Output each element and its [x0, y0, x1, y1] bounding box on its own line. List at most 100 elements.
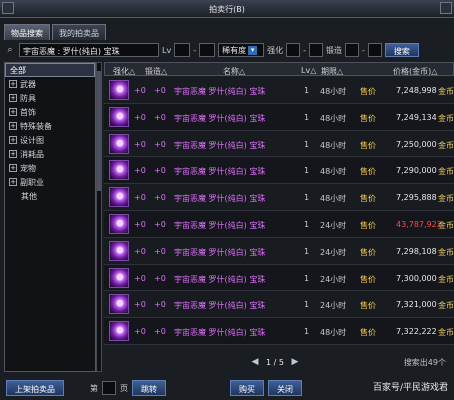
- page-prefix-label: 第: [90, 383, 98, 393]
- expand-icon[interactable]: +: [9, 108, 17, 116]
- table-row[interactable]: +0 +0 宇宙恶魔 罗什(纯白) 宝珠 1 24小时 售价 43,787,92…: [104, 210, 454, 238]
- scrollbar-thumb[interactable]: [97, 71, 101, 191]
- row-enhance: +0: [134, 273, 146, 283]
- row-price: 7,298,108: [396, 246, 437, 256]
- orb-item-icon: [109, 106, 129, 127]
- table-row[interactable]: +0 +0 宇宙恶魔 罗什(纯白) 宝珠 1 48小时 售价 7,322,222…: [104, 318, 454, 345]
- row-name: 宇宙恶魔 罗什(纯白) 宝珠: [174, 113, 266, 123]
- row-expire: 24小时: [320, 247, 347, 257]
- sidebar-item-weapon[interactable]: + 武器: [5, 77, 95, 91]
- column-header-forge[interactable]: 锻造△: [145, 66, 167, 77]
- row-enhance: +0: [134, 219, 146, 229]
- rarity-select[interactable]: 稀有度 ▾: [218, 43, 265, 57]
- table-row[interactable]: +0 +0 宇宙恶魔 罗什(纯白) 宝珠 1 48小时 售价 7,249,134…: [104, 103, 454, 131]
- row-currency: 金币: [438, 194, 454, 204]
- expand-icon[interactable]: +: [9, 80, 17, 88]
- sidebar-item-subjob[interactable]: + 副职业: [5, 175, 95, 189]
- enhance-min-input[interactable]: [286, 43, 301, 57]
- expand-icon[interactable]: +: [9, 150, 17, 158]
- buy-button[interactable]: 购买: [230, 380, 264, 396]
- sidebar-item-consumable[interactable]: + 消耗品: [5, 147, 95, 161]
- forge-separator: -: [361, 45, 365, 55]
- row-name: 宇宙恶魔 罗什(纯白) 宝珠: [174, 220, 266, 230]
- table-row[interactable]: +0 +0 宇宙恶魔 罗什(纯白) 宝珠 1 24小时 售价 7,321,000…: [104, 291, 454, 319]
- sidebar-item-accessory[interactable]: + 首饰: [5, 105, 95, 119]
- tab-bar: 物品搜索 我的拍卖品: [4, 24, 106, 40]
- close-button[interactable]: 关闭: [268, 380, 302, 396]
- row-expire: 48小时: [320, 194, 347, 204]
- sidebar-item-label: 消耗品: [20, 149, 44, 159]
- sidebar-item-other[interactable]: 其他: [5, 189, 95, 203]
- column-header-lv[interactable]: Lv△: [301, 66, 316, 75]
- sidebar-item-armor[interactable]: + 防具: [5, 91, 95, 105]
- sidebar-item-all[interactable]: 全部: [5, 63, 95, 77]
- sidebar-item-pet[interactable]: + 宠物: [5, 161, 95, 175]
- table-row[interactable]: +0 +0 宇宙恶魔 罗什(纯白) 宝珠 1 48小时 售价 7,290,000…: [104, 157, 454, 185]
- table-row[interactable]: +0 +0 宇宙恶魔 罗什(纯白) 宝珠 1 24小时 售价 7,298,108…: [104, 237, 454, 265]
- row-price: 7,295,888: [396, 193, 437, 203]
- column-header-price[interactable]: 价格(金币)△: [393, 66, 437, 77]
- column-header-enhance[interactable]: 强化△: [113, 66, 135, 77]
- sidebar-item-label: 特殊装备: [20, 121, 52, 131]
- lv-max-input[interactable]: [199, 43, 216, 57]
- expand-icon[interactable]: +: [9, 94, 17, 102]
- row-forge: +0: [154, 112, 166, 122]
- row-forge: +0: [154, 139, 166, 149]
- expand-icon[interactable]: +: [9, 136, 17, 144]
- forge-label: 锻造: [325, 45, 342, 55]
- tab-my-auctions[interactable]: 我的拍卖品: [52, 24, 106, 40]
- row-price: 7,248,998: [396, 86, 437, 95]
- row-name: 宇宙恶魔 罗什(纯白) 宝珠: [174, 274, 266, 284]
- sidebar-item-label: 设计图: [20, 135, 44, 145]
- search-input[interactable]: 宇宙恶魔 : 罗什(纯白) 宝珠: [19, 43, 159, 57]
- window-title: 拍卖行(B): [209, 5, 245, 14]
- row-forge: +0: [154, 273, 166, 283]
- sidebar-item-blueprint[interactable]: + 设计图: [5, 133, 95, 147]
- row-price: 7,250,000: [396, 139, 437, 149]
- table-row[interactable]: +0 +0 宇宙恶魔 罗什(纯白) 宝珠 1 24小时 售价 7,300,000…: [104, 264, 454, 292]
- jump-button[interactable]: 跳转: [132, 380, 166, 396]
- enhance-label: 强化: [267, 45, 284, 55]
- prev-page-icon[interactable]: ◀: [250, 357, 260, 367]
- row-enhance: +0: [134, 112, 146, 122]
- row-price-label: 售价: [360, 167, 376, 177]
- row-forge: +0: [154, 219, 166, 229]
- lv-separator: -: [193, 45, 197, 55]
- expand-icon[interactable]: +: [9, 164, 17, 172]
- row-name: 宇宙恶魔 罗什(纯白) 宝珠: [174, 328, 266, 338]
- tab-item-search[interactable]: 物品搜索: [4, 24, 50, 40]
- sidebar-item-label: 首饰: [20, 107, 36, 117]
- column-header-name[interactable]: 名称△: [223, 66, 245, 77]
- table-row[interactable]: +0 +0 宇宙恶魔 罗什(纯白) 宝珠 1 48小时 售价 7,295,888…: [104, 184, 454, 211]
- row-name: 宇宙恶魔 罗什(纯白) 宝珠: [174, 247, 266, 257]
- sidebar-item-special-gear[interactable]: + 特殊装备: [5, 119, 95, 133]
- orb-item-icon: [109, 321, 129, 342]
- row-lv: 1: [304, 193, 310, 203]
- next-page-icon[interactable]: ▶: [290, 357, 300, 367]
- sidebar-item-label: 其他: [21, 191, 37, 201]
- sidebar-scrollbar[interactable]: [96, 62, 102, 372]
- row-forge: +0: [154, 300, 166, 310]
- lv-min-input[interactable]: [174, 43, 191, 57]
- rarity-value: 稀有度: [222, 45, 247, 55]
- forge-max-input[interactable]: [367, 43, 382, 57]
- row-expire: 24小时: [320, 274, 347, 284]
- column-header-expire[interactable]: 期限△: [321, 66, 343, 77]
- table-row[interactable]: +0 +0 宇宙恶魔 罗什(纯白) 宝珠 1 48小时 售价 7,250,000…: [104, 130, 454, 158]
- enhance-max-input[interactable]: [308, 43, 323, 57]
- orb-item-icon: [109, 133, 129, 154]
- row-currency: 金币: [438, 247, 454, 257]
- forge-min-input[interactable]: [344, 43, 359, 57]
- close-icon[interactable]: [440, 2, 452, 14]
- chevron-down-icon: ▾: [248, 45, 258, 55]
- search-button[interactable]: 搜索: [384, 43, 419, 57]
- list-item-button[interactable]: 上架拍卖品: [6, 380, 64, 396]
- enhance-separator: -: [303, 45, 306, 55]
- window-titlebar: 拍卖行(B): [0, 0, 454, 18]
- page-number-input[interactable]: [102, 381, 116, 395]
- row-price: 7,321,000: [396, 300, 437, 310]
- table-row[interactable]: +0 +0 宇宙恶魔 罗什(纯白) 宝珠 1 48小时 售价 7,248,998…: [104, 77, 454, 104]
- expand-icon[interactable]: +: [9, 178, 17, 186]
- orb-item-icon: [109, 294, 129, 315]
- expand-icon[interactable]: +: [9, 122, 17, 130]
